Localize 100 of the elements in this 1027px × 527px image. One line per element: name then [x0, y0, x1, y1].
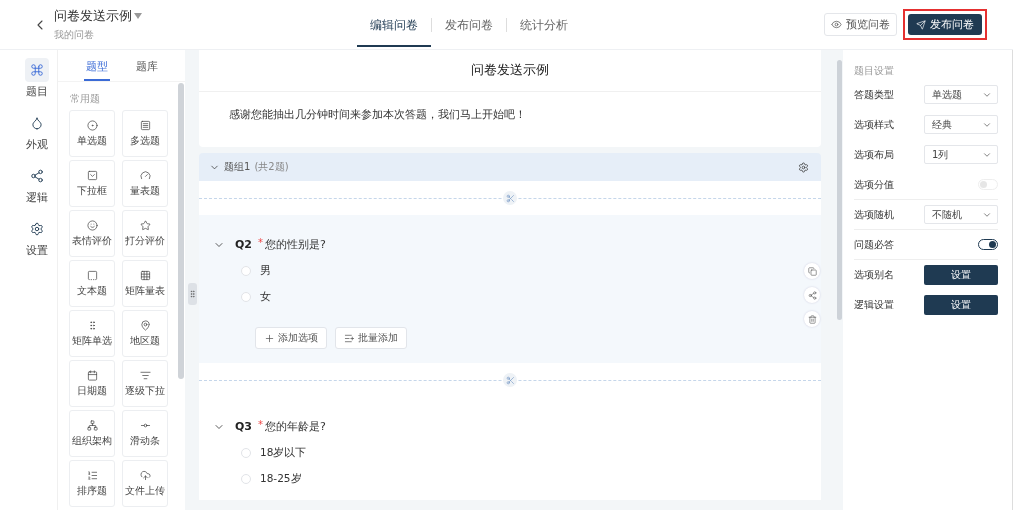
question-type-tile[interactable]: 表情评价 — [69, 210, 115, 257]
setting-label: 选项布局 — [854, 147, 894, 162]
breadcrumb: 我的问卷 — [54, 27, 95, 42]
grid-icon — [139, 269, 151, 281]
location-icon — [139, 319, 151, 331]
nav-item[interactable]: 外观 — [24, 111, 49, 152]
question-type-tile[interactable]: 打分评价 — [122, 210, 168, 257]
nav-item[interactable]: 逻辑 — [24, 164, 49, 205]
filter-icon — [139, 369, 151, 381]
setting-label: 选项样式 — [854, 117, 894, 132]
settings-icon — [29, 222, 44, 236]
scissors-icon — [505, 375, 515, 385]
smile-icon — [86, 219, 98, 231]
split-button[interactable] — [503, 373, 517, 387]
copy-button[interactable] — [804, 263, 820, 279]
settings-button[interactable]: 设置 — [924, 264, 998, 285]
option-label: 女 — [260, 290, 271, 304]
radio-button[interactable] — [241, 292, 251, 302]
caret-icon[interactable] — [134, 13, 142, 19]
batch-add-button[interactable]: 批量添加 — [335, 327, 407, 349]
droplet-icon — [29, 116, 44, 130]
question-text: 您的年龄是? — [265, 419, 326, 434]
question-type-tile[interactable]: 日期题 — [69, 360, 115, 407]
tab[interactable]: 题型 — [83, 60, 110, 81]
publish-button[interactable]: 发布问卷 — [908, 14, 982, 35]
group-count: (共2题) — [254, 160, 290, 174]
setting-label: 逻辑设置 — [854, 297, 894, 312]
select-field[interactable]: 单选题 — [924, 85, 998, 104]
panel-heading: 题目设置 — [854, 64, 895, 78]
logic-button[interactable] — [804, 287, 820, 303]
setting-label: 选项分值 — [854, 177, 894, 192]
question-type-tile[interactable]: 组织架构 — [69, 410, 115, 457]
intro-text: 感谢您能抽出几分钟时间来参加本次答题，我们马上开始吧！ — [228, 107, 527, 123]
radio-button[interactable] — [241, 266, 251, 276]
branch-icon — [807, 290, 817, 300]
gauge-icon — [139, 169, 151, 181]
select-field[interactable]: 1列 — [924, 145, 998, 164]
preview-button[interactable]: 预览问卷 — [824, 13, 897, 36]
required-mark: * — [258, 419, 263, 430]
select-field[interactable]: 不随机 — [924, 205, 998, 224]
calendar-icon — [86, 369, 98, 381]
group-bar[interactable]: 题组1 (共2题) — [199, 153, 821, 181]
section-label: 常用题 — [70, 92, 101, 106]
copy-icon — [807, 266, 817, 276]
option-label: 18岁以下 — [260, 446, 307, 460]
question-type-tile[interactable]: 滑动条 — [122, 410, 168, 457]
tree-icon — [86, 419, 98, 431]
question-type-tile[interactable]: 量表题 — [122, 160, 168, 207]
question-block[interactable]: Q3 * 您的年龄是? 18岁以下 18-25岁 — [199, 397, 821, 500]
trash-icon — [807, 314, 817, 324]
question-text: 您的性别是? — [265, 237, 326, 252]
list-icon — [344, 332, 355, 344]
toggle-switch[interactable] — [978, 239, 998, 250]
plus-icon — [264, 332, 275, 344]
radio-icon — [86, 119, 98, 131]
required-mark: * — [258, 237, 263, 248]
question-type-tile[interactable]: 地区题 — [122, 310, 168, 357]
question-type-tile[interactable]: 文本题 — [69, 260, 115, 307]
survey-heading: 问卷发送示例 — [199, 50, 821, 92]
select-field[interactable]: 经典 — [924, 115, 998, 134]
option-label: 男 — [260, 264, 271, 278]
question-type-tile[interactable]: 多选题 — [122, 110, 168, 157]
tab[interactable]: 题库 — [133, 60, 160, 81]
question-block[interactable]: Q2 * 您的性别是? 男 女 添加选项 批量添加 — [199, 215, 821, 363]
radio-button[interactable] — [241, 474, 251, 484]
question-type-tile[interactable]: 逐级下拉 — [122, 360, 168, 407]
tab[interactable]: 发布问卷 — [432, 2, 506, 47]
command-icon — [29, 63, 44, 77]
question-number: Q2 — [235, 238, 252, 251]
question-type-tile[interactable]: 下拉框 — [69, 160, 115, 207]
question-type-tile[interactable]: 单选题 — [69, 110, 115, 157]
question-type-tile[interactable]: 矩阵单选 — [69, 310, 115, 357]
settings-button[interactable]: 设置 — [924, 294, 998, 315]
list-icon — [139, 119, 151, 131]
scissors-icon — [505, 193, 515, 203]
option-label: 18-25岁 — [260, 472, 302, 486]
nav-item[interactable]: 设置 — [24, 217, 49, 258]
star-icon — [139, 219, 151, 231]
setting-label: 答题类型 — [854, 87, 894, 102]
delete-button[interactable] — [804, 311, 820, 327]
question-type-tile[interactable]: 矩阵量表 — [122, 260, 168, 307]
add-option-button[interactable]: 添加选项 — [255, 327, 327, 349]
setting-label: 问题必答 — [854, 237, 894, 252]
branch-icon — [29, 169, 44, 183]
radio-button[interactable] — [241, 448, 251, 458]
group-label: 题组1 — [224, 160, 251, 174]
tab[interactable]: 统计分析 — [507, 2, 581, 47]
list-icon — [86, 469, 98, 481]
drag-handle[interactable] — [188, 283, 197, 305]
setting-label: 选项随机 — [854, 207, 894, 222]
upload-icon — [139, 469, 151, 481]
survey-title: 问卷发送示例 — [54, 7, 132, 25]
dropdown-icon — [86, 169, 98, 181]
question-number: Q3 — [235, 420, 252, 433]
settings-icon — [798, 161, 809, 173]
send-icon — [916, 19, 926, 30]
question-type-tile[interactable]: 排序题 — [69, 460, 115, 507]
split-button[interactable] — [503, 191, 517, 205]
tab[interactable]: 编辑问卷 — [357, 2, 431, 47]
question-type-tile[interactable]: 文件上传 — [122, 460, 168, 507]
